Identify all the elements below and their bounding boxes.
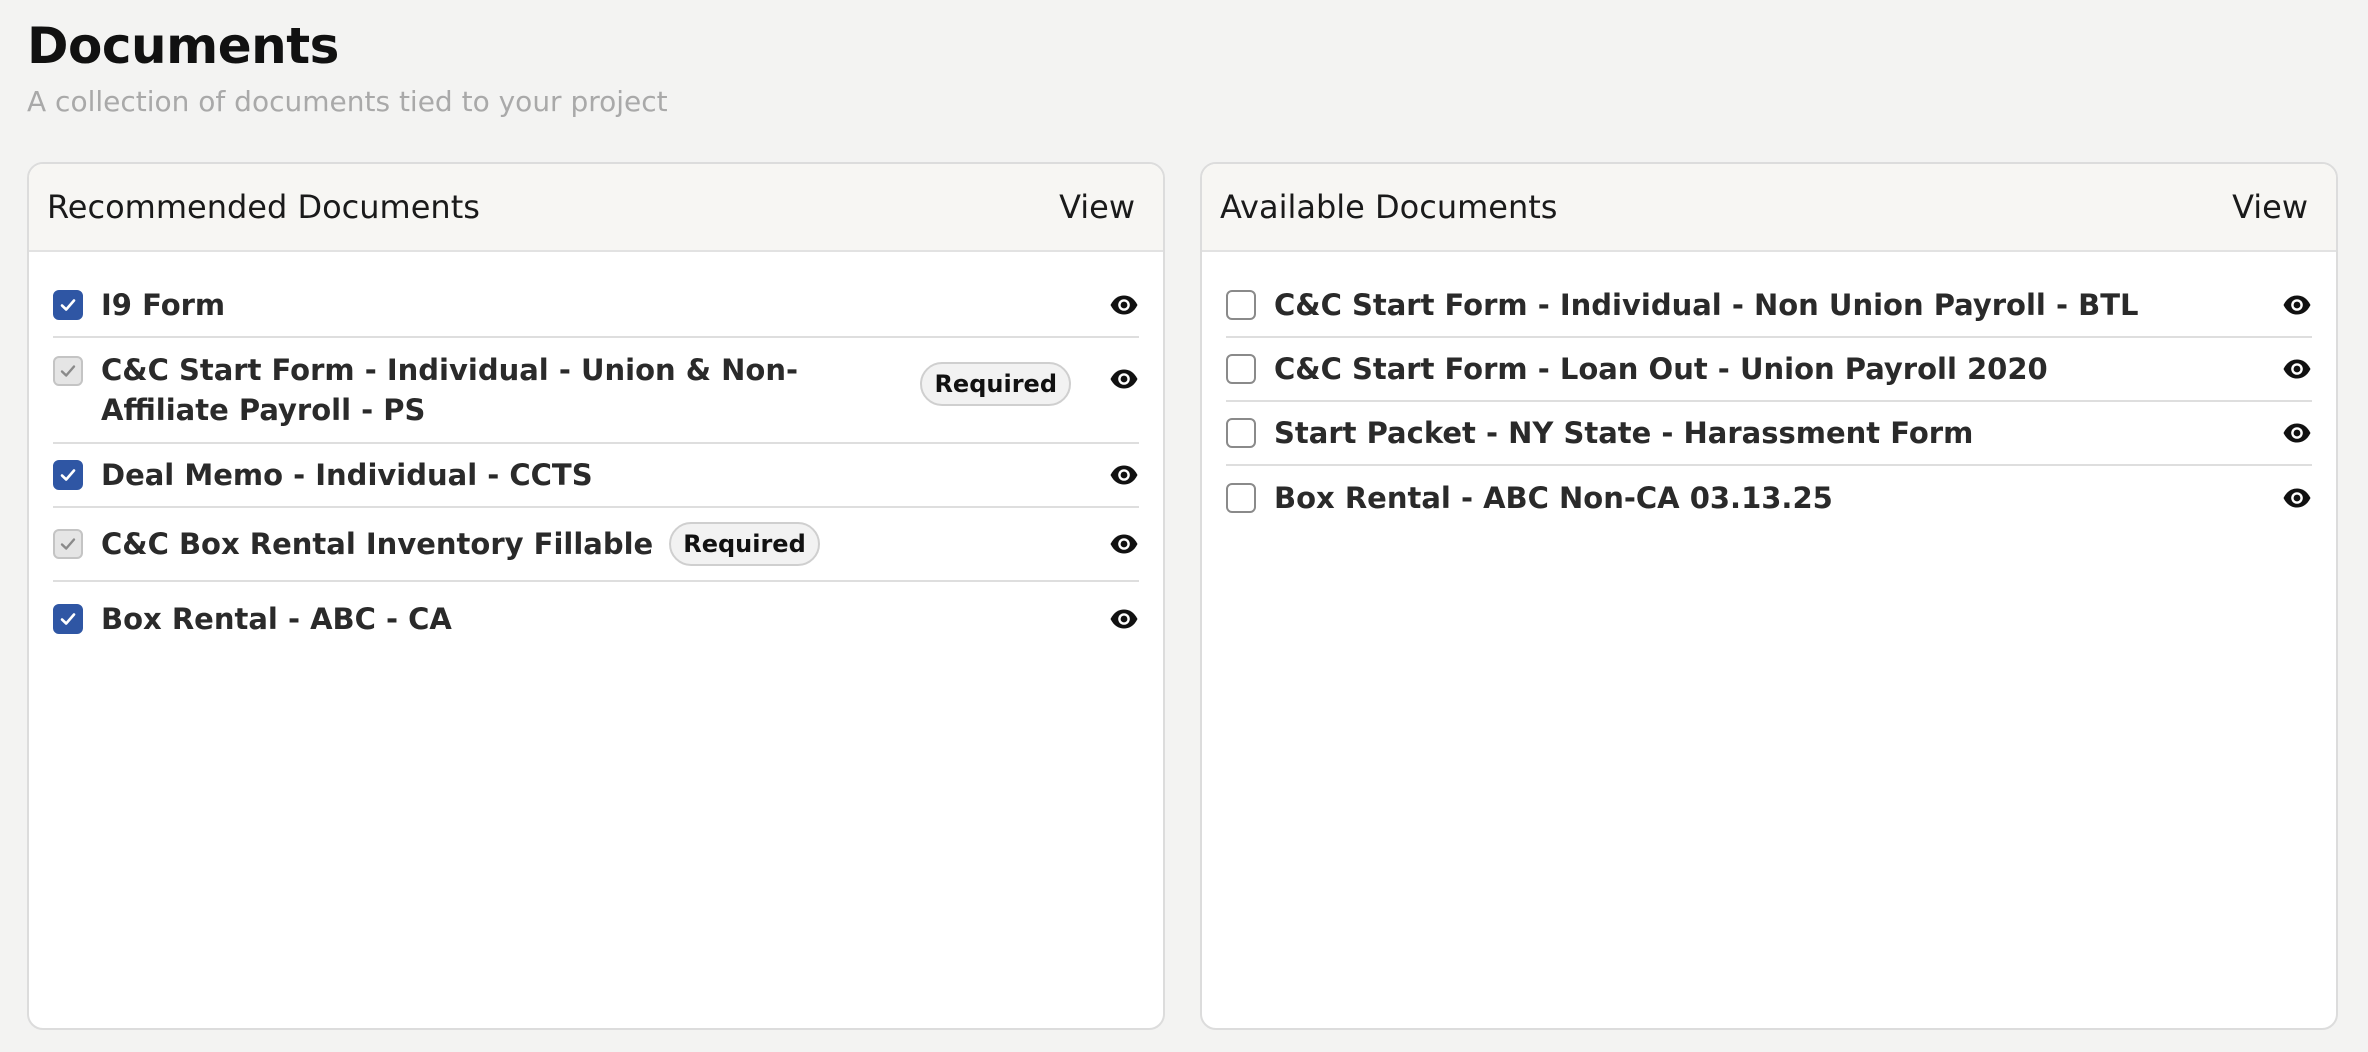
check-icon bbox=[60, 613, 76, 625]
list-item: Deal Memo - Individual - CCTS bbox=[53, 444, 1139, 508]
document-label: C&C Box Rental Inventory Fillable bbox=[101, 527, 654, 561]
document-label: C&C Start Form - Loan Out - Union Payrol… bbox=[1274, 352, 2048, 386]
document-checkbox[interactable] bbox=[53, 529, 83, 559]
page-subtitle: A collection of documents tied to your p… bbox=[27, 85, 668, 118]
list-item: C&C Start Form - Loan Out - Union Payrol… bbox=[1226, 338, 2312, 402]
required-badge: Required bbox=[920, 362, 1071, 406]
available-view-link[interactable]: View bbox=[2232, 188, 2318, 226]
page-header: Documents A collection of documents tied… bbox=[27, 14, 668, 120]
recommended-view-link[interactable]: View bbox=[1059, 188, 1145, 226]
list-item: Start Packet - NY State - Harassment For… bbox=[1226, 402, 2312, 466]
eye-icon[interactable] bbox=[1109, 460, 1139, 490]
document-label: Start Packet - NY State - Harassment For… bbox=[1274, 416, 1974, 450]
check-icon bbox=[60, 538, 76, 550]
list-item: Box Rental - ABC Non-CA 03.13.25 bbox=[1226, 466, 2312, 530]
eye-icon[interactable] bbox=[1109, 529, 1139, 559]
document-checkbox[interactable] bbox=[53, 604, 83, 634]
check-icon bbox=[60, 469, 76, 481]
required-badge: Required bbox=[669, 522, 820, 566]
document-checkbox[interactable] bbox=[1226, 354, 1256, 384]
available-documents-panel: Available Documents View C&C Start Form … bbox=[1200, 162, 2338, 1030]
recommended-panel-header: Recommended Documents View bbox=[29, 164, 1163, 252]
recommended-list: I9 Form C&C Start Form - Individual - Un… bbox=[29, 252, 1163, 656]
list-item: C&C Start Form - Individual - Union & No… bbox=[53, 338, 1139, 444]
available-panel-title: Available Documents bbox=[1220, 188, 1558, 226]
document-checkbox[interactable] bbox=[1226, 290, 1256, 320]
document-label: C&C Start Form - Individual - Non Union … bbox=[1274, 288, 2139, 322]
document-checkbox[interactable] bbox=[1226, 483, 1256, 513]
list-item: Box Rental - ABC - CA bbox=[53, 582, 1139, 656]
available-list: C&C Start Form - Individual - Non Union … bbox=[1202, 252, 2336, 530]
eye-icon[interactable] bbox=[2282, 354, 2312, 384]
page-title: Documents bbox=[27, 17, 339, 75]
list-item: C&C Box Rental Inventory Fillable Requir… bbox=[53, 508, 1139, 582]
document-checkbox[interactable] bbox=[53, 460, 83, 490]
document-label: Deal Memo - Individual - CCTS bbox=[101, 458, 593, 492]
check-icon bbox=[60, 365, 76, 377]
document-label: Box Rental - ABC - CA bbox=[101, 602, 452, 636]
eye-icon[interactable] bbox=[2282, 290, 2312, 320]
list-item: C&C Start Form - Individual - Non Union … bbox=[1226, 274, 2312, 338]
check-icon bbox=[60, 299, 76, 311]
eye-icon[interactable] bbox=[1109, 290, 1139, 320]
eye-icon[interactable] bbox=[2282, 483, 2312, 513]
eye-icon[interactable] bbox=[2282, 418, 2312, 448]
available-panel-header: Available Documents View bbox=[1202, 164, 2336, 252]
document-label: I9 Form bbox=[101, 288, 226, 322]
eye-icon[interactable] bbox=[1109, 364, 1139, 394]
document-label: C&C Start Form - Individual - Union & No… bbox=[101, 353, 799, 427]
list-item: I9 Form bbox=[53, 274, 1139, 338]
eye-icon[interactable] bbox=[1109, 604, 1139, 634]
recommended-documents-panel: Recommended Documents View I9 Form C&C S… bbox=[27, 162, 1165, 1030]
document-checkbox[interactable] bbox=[53, 356, 83, 386]
document-checkbox[interactable] bbox=[1226, 418, 1256, 448]
recommended-panel-title: Recommended Documents bbox=[47, 188, 480, 226]
document-label: Box Rental - ABC Non-CA 03.13.25 bbox=[1274, 481, 1833, 515]
document-checkbox[interactable] bbox=[53, 290, 83, 320]
